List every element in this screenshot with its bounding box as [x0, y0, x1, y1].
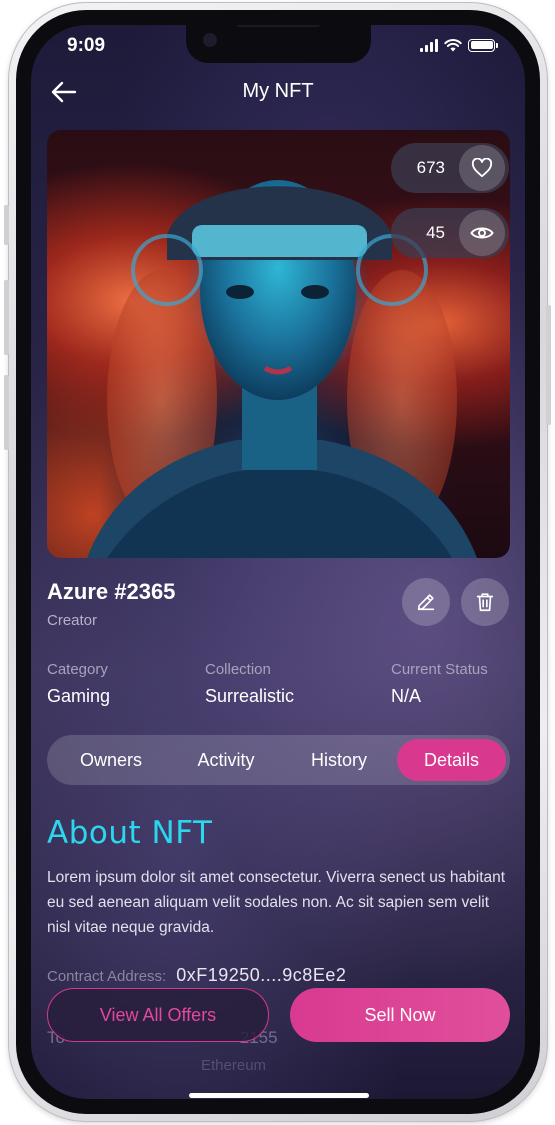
view-all-offers-button[interactable]: View All Offers: [47, 988, 269, 1042]
phone-power-button: [546, 305, 551, 425]
phone-volume-up: [4, 280, 9, 355]
contract-address-row: Contract Address: 0xF19250....9c8Ee2: [47, 965, 346, 986]
home-indicator[interactable]: [189, 1093, 369, 1098]
status-icons: [420, 38, 498, 52]
collection-label: Collection: [205, 661, 271, 678]
battery-icon: [468, 38, 498, 52]
cellular-signal-icon: [420, 38, 438, 52]
contract-address-label: Contract Address:: [47, 968, 167, 985]
status-time: 9:09: [67, 35, 106, 56]
tab-bar: Owners Activity History Details: [47, 735, 510, 785]
nft-portrait-illustration: [87, 180, 477, 558]
tab-owners[interactable]: Owners: [51, 739, 171, 781]
edit-button[interactable]: [402, 578, 450, 626]
sell-now-button[interactable]: Sell Now: [290, 988, 510, 1042]
delete-button[interactable]: [461, 578, 509, 626]
views-count: 45: [426, 223, 445, 242]
tab-details[interactable]: Details: [397, 739, 506, 781]
wifi-icon: [444, 39, 462, 52]
contract-address-value[interactable]: 0xF19250....9c8Ee2: [176, 965, 346, 986]
earpiece-speaker: [236, 25, 321, 27]
page-title: My NFT: [242, 80, 314, 102]
pencil-icon: [417, 594, 435, 611]
category-info: Category Gaming: [47, 661, 110, 707]
nft-creator-label: Creator: [47, 612, 98, 629]
views-counter[interactable]: 45: [391, 208, 509, 258]
collection-info: Collection Surrealistic: [205, 661, 294, 707]
app-screen: 9:09 My NFT 673 45 Azure #2365 Creator C…: [31, 25, 525, 1099]
nft-artwork-image[interactable]: [47, 130, 510, 558]
category-label: Category: [47, 661, 108, 678]
phone-silent-switch: [4, 205, 9, 245]
status-label: Current Status: [391, 661, 488, 678]
tab-history[interactable]: History: [281, 739, 397, 781]
status-info: Current Status N/A: [391, 661, 488, 707]
trash-icon: [476, 593, 494, 612]
phone-volume-down: [4, 375, 9, 450]
likes-count: 673: [416, 158, 445, 177]
status-value: N/A: [391, 686, 422, 706]
category-value: Gaming: [47, 686, 111, 706]
heart-icon[interactable]: [459, 145, 505, 191]
about-title: About NFT: [47, 815, 213, 851]
chain-row-partial: Ethereum: [201, 1057, 267, 1074]
collection-value: Surrealistic: [205, 686, 295, 706]
about-description: Lorem ipsum dolor sit amet consectetur. …: [47, 869, 506, 936]
tab-activity[interactable]: Activity: [171, 739, 281, 781]
nft-name: Azure #2365: [47, 579, 176, 604]
front-camera: [203, 33, 217, 47]
likes-counter[interactable]: 673: [391, 143, 509, 193]
eye-icon[interactable]: [459, 210, 505, 256]
